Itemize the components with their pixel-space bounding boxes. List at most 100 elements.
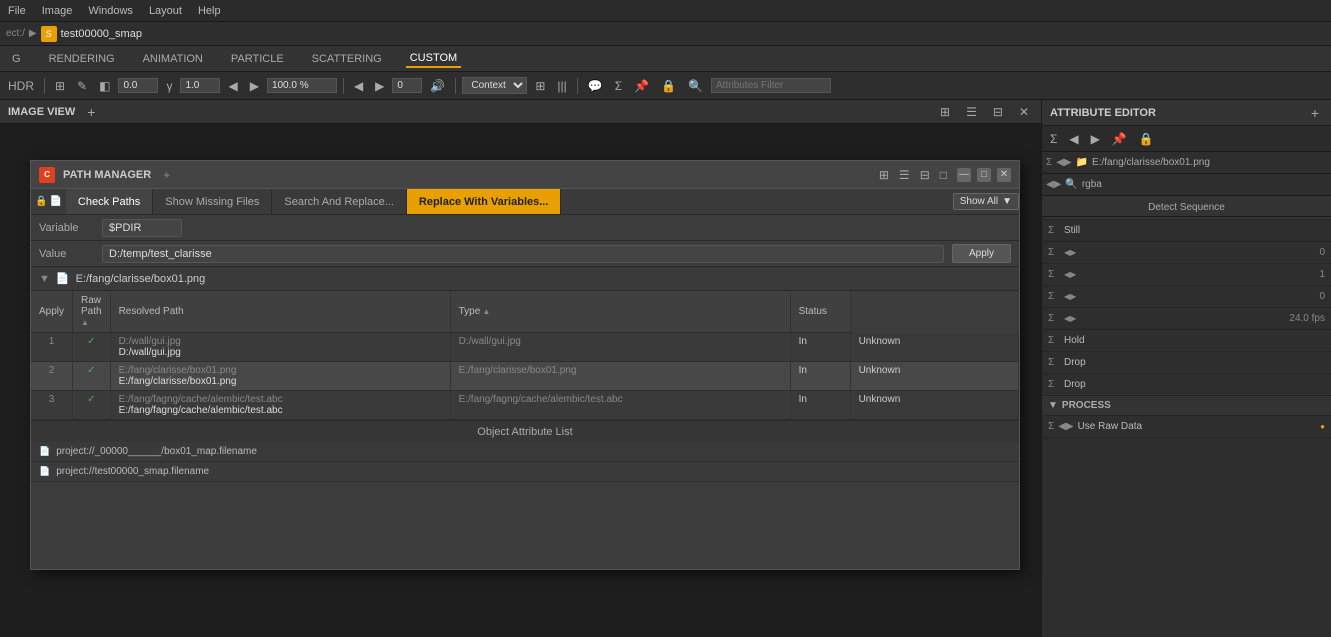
pm-layout-rows[interactable]: ⊟: [916, 166, 934, 184]
pm-title-text: PATH MANAGER: [63, 169, 151, 181]
variable-label: Variable: [39, 222, 94, 234]
pm-lock-icon: 🔒: [35, 196, 47, 207]
toolbar-display-icon[interactable]: ⊞: [51, 77, 69, 95]
col-status: Status: [790, 291, 850, 333]
sigma-fps: Σ: [1048, 313, 1060, 324]
apply-value-btn[interactable]: Apply: [952, 244, 1011, 263]
row1-status: Unknown: [850, 333, 1018, 362]
breadcrumb-icon: S: [41, 26, 57, 42]
menu-help[interactable]: Help: [198, 5, 221, 17]
pm-table-body: 1 ✓ D:/wall/gui.jpg D:/wall/gui.jpg D:/w…: [31, 333, 1019, 420]
audio-back[interactable]: ◀: [350, 77, 367, 95]
bars-btn[interactable]: |||: [553, 77, 570, 95]
attr-editor-add-btn[interactable]: +: [1307, 106, 1323, 120]
sep3: [455, 78, 456, 94]
pm-object-item-2[interactable]: 📄 project://test00000_smap.filename: [31, 462, 1019, 482]
row2-check[interactable]: ✓: [73, 362, 111, 391]
row2-raw-top: E:/fang/clarisse/box01.png: [119, 365, 442, 376]
audio-value-input[interactable]: [392, 78, 422, 93]
pm-tab-missing[interactable]: Show Missing Files: [153, 189, 272, 214]
filter-btn[interactable]: 🔍: [684, 77, 707, 95]
pm-layout-single[interactable]: □: [936, 166, 951, 184]
zoom-value-input[interactable]: [267, 78, 337, 93]
pm-tab-search-label: Search And Replace...: [284, 196, 393, 208]
menu-file[interactable]: File: [8, 5, 26, 17]
value-fps: 24.0 fps: [1289, 313, 1325, 324]
pin-btn[interactable]: 📌: [630, 77, 653, 95]
speaker-icon[interactable]: 🔊: [426, 77, 449, 95]
obj2-path: project://test00000_smap.filename: [56, 466, 209, 477]
image-view-close[interactable]: ✕: [1015, 103, 1033, 121]
pm-tab-replace-label: Replace With Variables...: [419, 196, 549, 208]
pm-object-item-1[interactable]: 📄 project://_00000______/box01_map.filen…: [31, 442, 1019, 462]
menu-windows[interactable]: Windows: [88, 5, 133, 17]
rp-arrow-right[interactable]: ▶: [1087, 130, 1104, 148]
rp-lock[interactable]: 🔒: [1135, 130, 1158, 148]
sigma-btn[interactable]: Σ: [611, 77, 626, 95]
image-view-add-btn[interactable]: +: [83, 105, 99, 119]
use-raw-label: Use Raw Data: [1078, 421, 1317, 432]
toolbar-pencil[interactable]: ✎: [73, 77, 91, 95]
row2-type: In: [790, 362, 850, 391]
attribute-editor-panel: ATTRIBUTE EDITOR + Σ ◀ ▶ 📌 🔒 Σ ◀▶ 📁 E:/f…: [1041, 100, 1331, 637]
image-view-tab-bar: IMAGE VIEW + ⊞ ☰ ⊟ ✕: [0, 100, 1041, 124]
display-value-input[interactable]: [118, 78, 158, 93]
pm-path-file-icon: 📄: [56, 272, 70, 285]
row1-resolved: D:/wall/gui.jpg: [450, 333, 790, 362]
tab-rendering[interactable]: RENDERING: [45, 51, 119, 67]
pm-tab-replace[interactable]: Replace With Variables...: [407, 189, 562, 214]
attributes-filter-input[interactable]: [711, 78, 831, 93]
menu-bar: File Image Windows Layout Help: [0, 0, 1331, 22]
pm-add-btn[interactable]: +: [159, 169, 174, 181]
tab-animation[interactable]: ANIMATION: [139, 51, 207, 67]
pm-tab-check[interactable]: Check Paths: [66, 189, 153, 214]
variable-value: $PDIR: [102, 219, 182, 237]
pm-maximize-btn[interactable]: □: [977, 168, 991, 182]
tab-g[interactable]: G: [8, 51, 25, 67]
context-dropdown[interactable]: Context: [462, 77, 527, 94]
pm-table-header: Apply Raw Path Resolved Path Type Status: [31, 291, 1019, 333]
pm-window-actions: ⊞ ☰ ⊟ □ — □ ✕: [875, 166, 1011, 184]
rp-file-icon: 📁: [1076, 157, 1088, 168]
pm-file-icon: 📄: [49, 196, 61, 207]
row3-status: Unknown: [850, 391, 1018, 420]
row1-check[interactable]: ✓: [73, 333, 111, 362]
lock-btn[interactable]: 🔒: [657, 77, 680, 95]
pm-close-btn[interactable]: ✕: [997, 168, 1011, 182]
pm-tab-search[interactable]: Search And Replace...: [272, 189, 406, 214]
gamma-value-input[interactable]: [180, 78, 220, 93]
table-row: 2 ✓ E:/fang/clarisse/box01.png E:/fang/c…: [31, 362, 1019, 391]
sigma-still: Σ: [1048, 225, 1060, 236]
tab-custom[interactable]: CUSTOM: [406, 50, 461, 68]
layout-cols-btn[interactable]: ☰: [962, 103, 981, 121]
rp-arrow-left[interactable]: ◀: [1065, 130, 1082, 148]
row3-type: In: [790, 391, 850, 420]
rp-sigma-btn[interactable]: Σ: [1046, 130, 1061, 148]
pm-show-all-dropdown[interactable]: Show All ▼: [953, 193, 1019, 210]
pm-minimize-btn[interactable]: —: [957, 168, 971, 182]
bubble-btn[interactable]: 💬: [584, 77, 607, 95]
gamma-icon[interactable]: γ: [162, 77, 176, 95]
field-row-drop2: Σ Drop: [1042, 374, 1331, 396]
layout-rows-btn[interactable]: ⊟: [989, 103, 1007, 121]
zoom-fwd[interactable]: ▶: [246, 77, 263, 95]
rp-pin[interactable]: 📌: [1108, 130, 1131, 148]
detect-sequence-btn[interactable]: Detect Sequence: [1042, 199, 1331, 217]
toolbar-view[interactable]: ◧: [95, 77, 114, 95]
value-0: 0: [1319, 247, 1325, 258]
tab-scattering[interactable]: SCATTERING: [308, 51, 386, 67]
grid-btn[interactable]: ⊞: [531, 77, 549, 95]
layout-grid-btn[interactable]: ⊞: [936, 103, 954, 121]
menu-image[interactable]: Image: [42, 5, 73, 17]
row3-check[interactable]: ✓: [73, 391, 111, 420]
tab-particle[interactable]: PARTICLE: [227, 51, 288, 67]
audio-fwd[interactable]: ▶: [371, 77, 388, 95]
menu-layout[interactable]: Layout: [149, 5, 182, 17]
pm-layout-cols[interactable]: ☰: [895, 166, 914, 184]
toolbar-hdr[interactable]: HDR: [4, 77, 38, 95]
zoom-back[interactable]: ◀: [224, 77, 241, 95]
value-input[interactable]: [102, 245, 944, 263]
pm-table-wrapper: Apply Raw Path Resolved Path Type Status…: [31, 291, 1019, 420]
pm-layout-grid[interactable]: ⊞: [875, 166, 893, 184]
pm-tab-missing-label: Show Missing Files: [165, 196, 259, 208]
